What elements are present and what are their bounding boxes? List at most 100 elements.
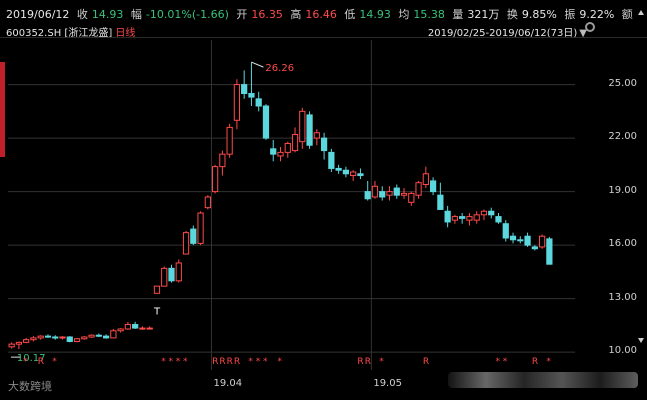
candle-body xyxy=(538,235,546,248)
candle-body xyxy=(415,182,422,196)
candle-body xyxy=(393,187,400,196)
candle-body xyxy=(197,212,204,244)
event-marker: * xyxy=(503,357,508,367)
candle-body xyxy=(270,148,277,155)
event-marker: R xyxy=(212,357,218,367)
candle-body xyxy=(357,173,364,177)
candle-body xyxy=(320,137,328,152)
candle-body xyxy=(153,285,161,294)
event-marker: * xyxy=(169,357,174,367)
candle-body xyxy=(335,167,342,171)
candle-body xyxy=(291,134,299,152)
candle-body xyxy=(429,180,437,193)
candle-body xyxy=(102,335,110,339)
candle-body xyxy=(306,114,313,146)
y-tick-label: 22.00 xyxy=(608,131,637,143)
t-marker: T xyxy=(153,307,161,318)
candle-body xyxy=(459,216,466,219)
candle-body xyxy=(88,334,95,338)
candle-body xyxy=(132,324,139,329)
event-marker: R xyxy=(219,357,225,367)
candle-body xyxy=(219,153,226,168)
candle-body xyxy=(241,84,248,95)
y-tick-label: 19.00 xyxy=(608,184,637,196)
candle-body xyxy=(509,235,517,241)
candle-body xyxy=(59,336,66,339)
candle-body xyxy=(182,232,190,255)
event-marker: * xyxy=(176,357,181,367)
event-marker: R xyxy=(423,357,429,367)
event-marker: * xyxy=(52,357,57,367)
y-tick-label: 25.00 xyxy=(608,77,637,89)
event-marker: * xyxy=(546,357,551,367)
candle-body xyxy=(444,210,451,223)
x-tick-label: 19.05 xyxy=(373,378,402,389)
candle-body xyxy=(23,339,30,343)
logo-text: 大数跨境 xyxy=(8,380,52,393)
candle-body xyxy=(328,151,335,169)
candle-body xyxy=(168,267,175,282)
candle-body xyxy=(524,235,531,246)
candle-body xyxy=(313,132,320,139)
event-marker: R xyxy=(365,357,371,367)
candle-body xyxy=(226,126,233,155)
candle-body xyxy=(95,334,102,337)
event-marker: R xyxy=(234,357,240,367)
event-marker: R xyxy=(38,357,44,367)
event-marker: * xyxy=(496,357,501,367)
candle-body xyxy=(379,191,386,198)
candle-body xyxy=(146,327,153,330)
candle-body xyxy=(204,196,211,209)
candle-body xyxy=(531,246,538,250)
event-marker: R xyxy=(532,357,538,367)
candle-body xyxy=(437,194,444,210)
event-marker: * xyxy=(161,357,166,367)
event-marker: R xyxy=(357,357,363,367)
y-tick-label: 13.00 xyxy=(608,291,637,303)
candle-body xyxy=(350,171,357,177)
candle-body xyxy=(408,192,415,203)
candle-body xyxy=(73,338,81,342)
candle-body xyxy=(139,327,146,330)
event-marker: * xyxy=(183,357,188,367)
candle-body xyxy=(30,337,37,341)
candle-body xyxy=(502,223,509,239)
candle-body xyxy=(117,328,124,332)
candle-body xyxy=(262,105,270,139)
candle-body xyxy=(371,185,379,198)
candle-body xyxy=(517,239,524,242)
candle-body xyxy=(66,336,73,342)
candle-body xyxy=(284,142,291,153)
candle-body xyxy=(37,335,44,339)
candle-body xyxy=(466,216,473,221)
candle-body xyxy=(81,336,88,340)
y-tick-label: 10.00 xyxy=(608,345,637,357)
candle-body xyxy=(255,98,262,107)
candle-body xyxy=(233,84,241,121)
candle-body xyxy=(161,267,168,287)
watermark-logo: 大数跨境 xyxy=(8,378,52,394)
x-tick-label: 19.04 xyxy=(213,378,243,389)
candle-body xyxy=(44,335,52,338)
candle-body xyxy=(110,330,117,339)
candle-body xyxy=(248,93,255,98)
candle-body xyxy=(495,216,502,223)
candle-body xyxy=(8,343,15,348)
candle-body xyxy=(175,262,182,282)
event-marker: R xyxy=(227,357,233,367)
event-marker: * xyxy=(278,357,283,367)
event-marker: * xyxy=(256,357,261,367)
candle-body xyxy=(342,169,350,175)
y-tick-label: 16.00 xyxy=(608,238,637,250)
candle-body xyxy=(480,210,488,216)
candle-body xyxy=(364,191,371,200)
event-marker: * xyxy=(263,357,268,367)
candle-body xyxy=(488,210,495,216)
candle-body xyxy=(190,228,197,244)
candle-body xyxy=(451,216,459,221)
candle-body xyxy=(15,341,23,345)
candle-body xyxy=(299,110,306,143)
candle-body xyxy=(52,336,59,339)
blurred-watermark xyxy=(448,372,638,388)
candlestick-chart[interactable]: 26.2610.17T* R * * * * * R R R R * * * * R R * R * * R * xyxy=(0,0,647,400)
